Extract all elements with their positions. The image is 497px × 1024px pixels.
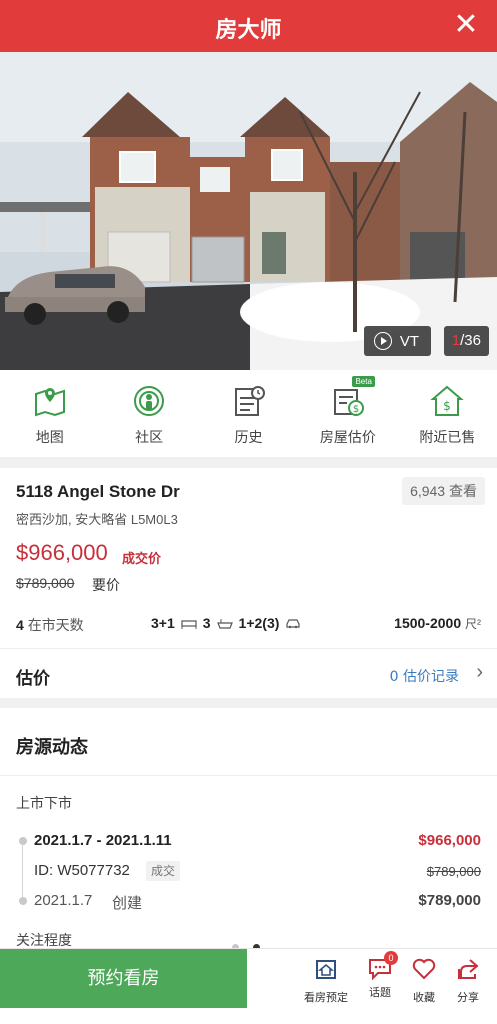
listing-address: 5118 Angel Stone Dr (16, 482, 180, 501)
photo-total: /36 (460, 332, 481, 349)
nav-history-label: 历史 (234, 430, 263, 446)
nav-valuation[interactable]: $ Beta 房屋估价 (298, 370, 397, 457)
nearby-sold-icon: $ (430, 385, 465, 416)
nav-community-label: 社区 (135, 430, 164, 446)
final-sold-price: $966,000 (418, 832, 481, 849)
asking-price: $789,000 (16, 575, 75, 591)
quick-nav: 地图 社区 历史 $ Beta 房屋估价 $ 附近已售 (0, 370, 497, 458)
nav-history[interactable]: 历史 (199, 370, 298, 457)
status-badge: 成交 (146, 861, 181, 881)
asking-price-label: 要价 (92, 577, 120, 593)
listing-city: 密西沙加, 安大略省 L5M0L3 (16, 512, 178, 527)
schedule-icon (316, 960, 336, 979)
listing-date-range: 2021.1.7 - 2021.1.11 (34, 832, 172, 849)
bed-icon (181, 619, 197, 629)
nav-community[interactable]: 社区 (99, 370, 198, 457)
listing-photo[interactable]: VT 1/36 (0, 52, 497, 370)
heart-icon (412, 958, 436, 980)
bottom-action-bar: 预约看房 看房预定 0 话题 收藏 分享 (0, 948, 497, 1009)
bathroom-count: 3 (202, 615, 211, 631)
share-icon (458, 959, 479, 979)
app-title: 房大师 (215, 18, 282, 43)
photo-current: 1 (451, 332, 461, 349)
vt-label: VT (399, 332, 419, 350)
divider (0, 775, 497, 776)
play-icon (373, 332, 392, 350)
sold-price-label: 成交价 (122, 551, 162, 566)
timeline-dot (19, 837, 27, 845)
timeline-line (22, 840, 23, 902)
bedroom-count: 3+1 (151, 615, 175, 631)
history-icon (234, 386, 265, 416)
app-header: 房大师 ✕ (0, 0, 497, 52)
nav-nearby-sold-label: 附近已售 (419, 430, 476, 446)
nav-valuation-label: 房屋估价 (319, 430, 376, 446)
chevron-right-icon: › (476, 661, 483, 683)
topic-count-badge: 0 (384, 951, 398, 965)
close-icon[interactable]: ✕ (449, 8, 483, 42)
valuation-icon: $ Beta (331, 376, 375, 418)
virtual-tour-button[interactable]: VT (363, 326, 431, 356)
home-indicator-area (0, 1008, 497, 1024)
dynamics-title: 房源动态 (16, 737, 88, 758)
beta-badge: Beta (352, 376, 375, 387)
listing-id: ID: W5077732 (34, 862, 130, 879)
estimate-records-link[interactable]: 0 估价记录 (390, 666, 459, 686)
estimate-label: 估价 (16, 669, 50, 689)
house-photo (0, 52, 497, 370)
book-viewing-button[interactable]: 预约看房 (0, 949, 247, 1009)
attention-heading: 关注程度 (16, 933, 72, 949)
size-range: 1500-2000 尺² (394, 615, 481, 632)
schedule-label: 看房预定 (304, 991, 348, 1004)
days-value: 4 (16, 617, 24, 633)
days-on-market: 4 在市天数 (16, 615, 84, 635)
bath-icon (216, 618, 233, 629)
nav-nearby-sold[interactable]: $ 附近已售 (398, 370, 497, 457)
topic-icon: 0 (368, 951, 398, 981)
size-value: 1500-2000 (394, 615, 462, 631)
share-label: 分享 (457, 991, 479, 1004)
community-icon (134, 386, 165, 416)
timeline-dot (19, 897, 27, 905)
section-divider (0, 458, 497, 468)
nav-map[interactable]: 地图 (0, 370, 99, 457)
section-divider (0, 698, 497, 708)
svg-text:$: $ (353, 404, 359, 415)
room-counts: 3+1 3 1+2(3) (151, 615, 301, 631)
map-icon (34, 388, 65, 417)
nav-map-label: 地图 (35, 430, 64, 446)
original-price: $789,000 (426, 864, 481, 879)
event-action: 创建 (112, 895, 143, 912)
listing-history-heading: 上市下市 (16, 796, 72, 812)
days-label: 在市天数 (27, 617, 84, 633)
sold-price: $966,000 (16, 540, 108, 565)
size-unit: 尺² (465, 617, 481, 631)
estimate-row[interactable]: 估价 0 估价记录 › (0, 648, 497, 698)
schedule-button[interactable]: 看房预定 (300, 957, 352, 1005)
view-count: 6,943 查看 (402, 477, 485, 505)
listing-stats: 4 在市天数 3+1 3 1+2(3) 1500-2000 尺² (16, 615, 481, 635)
event-price: $789,000 (418, 892, 481, 909)
parking-count: 1+2(3) (238, 615, 280, 631)
car-icon (286, 618, 301, 628)
photo-counter: 1/36 (443, 326, 489, 356)
svg-text:$: $ (444, 399, 452, 413)
event-date: 2021.1.7 (34, 892, 93, 909)
share-button[interactable]: 分享 (442, 957, 494, 1005)
